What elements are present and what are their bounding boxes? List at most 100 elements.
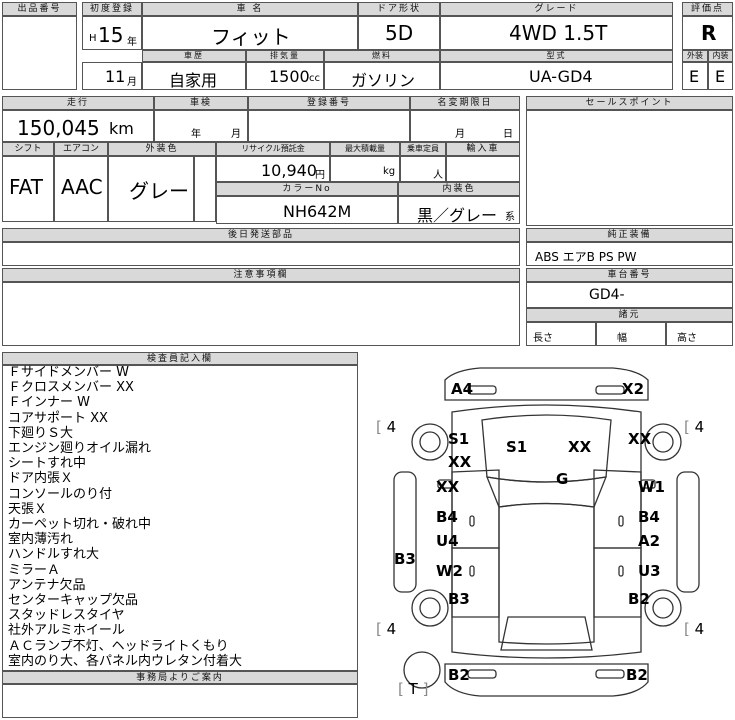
note-line: コアサポート XX xyxy=(8,410,108,426)
rear-door-left-mark-a: U4 xyxy=(436,532,459,550)
month-unit: 月 xyxy=(127,77,137,88)
aircon-cell: AAC xyxy=(54,156,108,222)
width-cell: 幅 xyxy=(596,322,666,346)
grade-cell: 4WD 1.5T xyxy=(440,16,673,50)
aircon: AAC xyxy=(61,175,103,199)
import-cell xyxy=(446,156,520,182)
right-pillar-mark: W1 xyxy=(638,478,665,496)
length-cell: 長さ xyxy=(526,322,596,346)
score-cell: R xyxy=(682,16,733,50)
grade: 4WD 1.5T xyxy=(509,21,608,45)
interior-score-header: 内装 xyxy=(708,50,733,62)
name-change-day-unit: 日 xyxy=(503,129,513,140)
name-change-month-unit: 月 xyxy=(455,129,465,140)
mileage: 150,045 xyxy=(17,116,100,140)
width-label: 幅 xyxy=(617,333,627,344)
tire-rear-right-mark: [ 4 xyxy=(684,620,705,638)
interior-color-header: 内装色 xyxy=(398,182,520,196)
tire-rl-value: 4 xyxy=(386,620,397,638)
mileage-cell: 150,045 km xyxy=(2,110,154,142)
shift-header: シフト xyxy=(2,142,54,156)
spec-header: 諸元 xyxy=(526,308,733,322)
note-line: エンジン廻りオイル漏れ xyxy=(8,441,152,457)
registration-number-header: 登録番号 xyxy=(248,96,410,110)
max-load-header: 最大積載量 xyxy=(330,142,400,156)
length-label: 長さ xyxy=(533,333,553,344)
note-line: ドア内張Ｘ xyxy=(8,471,74,487)
left-pillar-mark: XX xyxy=(436,478,460,496)
note-line: ミラーＡ xyxy=(8,562,61,578)
rear-door-right-mark-a: A2 xyxy=(638,532,661,550)
mileage-header: 走行 xyxy=(2,96,154,110)
model-code-header: 型式 xyxy=(440,50,673,62)
registration-number-cell xyxy=(248,110,410,142)
note-line: Ｆインナー W xyxy=(8,395,90,411)
front-bumper-left-mark: A4 xyxy=(451,380,474,398)
era: H xyxy=(89,33,97,44)
sales-point-header: セールスポイント xyxy=(526,96,733,110)
hood-right-mark: XX xyxy=(568,438,592,456)
inspection-header: 車検 xyxy=(154,96,248,110)
shift-cell: FAT xyxy=(2,156,54,222)
max-load-cell: kg xyxy=(330,156,400,182)
front-bumper-right-mark: X2 xyxy=(622,380,645,398)
first-registration-month-cell: 11 月 xyxy=(82,62,142,90)
standard-equipment-cell: ABS エアB PS PW xyxy=(526,242,733,266)
front-fender-left-mark-b: XX xyxy=(448,453,472,471)
spare-tire-value: T xyxy=(408,680,418,698)
car-name-cell: フィット xyxy=(142,16,358,50)
interior-color-unit: 系 xyxy=(505,212,515,223)
car-name-header: 車 名 xyxy=(142,2,358,16)
fuel-cell: ガソリン xyxy=(324,62,440,90)
sales-point-cell xyxy=(526,110,733,226)
fuel: ガソリン xyxy=(351,71,416,90)
rear-door-right-mark-b: U3 xyxy=(638,562,661,580)
height-cell: 高さ xyxy=(666,322,733,346)
height-label: 高さ xyxy=(677,333,697,344)
later-parts-header: 後日発送部品 xyxy=(2,228,520,242)
spare-tire-mark: [ T ] xyxy=(398,680,429,698)
inspector-notes-header: 検査員記入欄 xyxy=(2,352,358,365)
note-line: シートすれ中 xyxy=(8,456,87,472)
exterior-color: グレー xyxy=(129,179,189,203)
later-parts-cell xyxy=(2,242,520,266)
max-load-unit: kg xyxy=(383,166,396,177)
rear-door-left-mark-b: W2 xyxy=(436,562,463,580)
first-registration-year-cell: H 15 年 xyxy=(82,16,142,50)
tire-front-left-mark: [ 4 xyxy=(376,418,397,436)
note-line: Ｆサイドメンバー W xyxy=(8,365,129,380)
office-notice-cell xyxy=(2,684,358,718)
rear-bumper-left-mark: B2 xyxy=(448,666,470,684)
note-line: センターキャップ欠品 xyxy=(8,593,139,609)
history-header: 車歴 xyxy=(142,50,246,62)
tire-fl-value: 4 xyxy=(386,418,397,436)
model-code-cell: UA-GD4 xyxy=(440,62,673,90)
exterior-score-cell: E xyxy=(682,62,708,90)
color-number: NH642M xyxy=(283,202,352,221)
score-header: 評価点 xyxy=(682,2,733,16)
chassis-number: GD4- xyxy=(589,287,625,303)
recycle-fee-cell: 10,940 円 xyxy=(216,156,330,182)
color-number-cell: NH642M xyxy=(216,196,398,224)
note-line: 室内のり大、各パネル内ウレタン付着大 xyxy=(8,653,243,669)
recycle-fee-header: リサイクル預託金 xyxy=(216,142,330,156)
exterior-color-cell: グレー xyxy=(108,156,194,222)
notes-cell xyxy=(2,282,520,346)
color-number-header: カラーNo xyxy=(216,182,398,196)
note-line: 下廻りＳ大 xyxy=(8,425,74,441)
note-line: 社外アルミホイール xyxy=(8,623,125,639)
registration-year: 15 xyxy=(98,23,124,47)
rear-bumper-right-mark: B2 xyxy=(626,666,648,684)
car-damage-diagram xyxy=(393,367,700,697)
interior-color: 黒／グレー xyxy=(417,206,498,225)
registration-month: 11 xyxy=(105,67,126,86)
score: R xyxy=(701,21,717,45)
interior-score-cell: E xyxy=(708,62,733,90)
door-type: 5D xyxy=(385,21,414,45)
history-cell: 自家用 xyxy=(142,62,246,90)
front-fender-right-mark: XX xyxy=(628,430,652,448)
import-header: 輸入車 xyxy=(446,142,520,156)
tire-front-right-mark: [ 4 xyxy=(684,418,705,436)
grade-header: グレード xyxy=(440,2,673,16)
displacement: 1500 xyxy=(269,67,310,86)
